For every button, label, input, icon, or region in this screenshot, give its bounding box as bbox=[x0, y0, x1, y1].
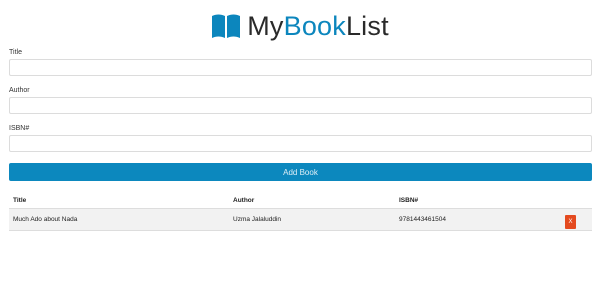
brand-my: My bbox=[247, 11, 284, 41]
app-header: MyBookList bbox=[0, 8, 600, 44]
title-input[interactable] bbox=[9, 59, 592, 76]
brand-book: Book bbox=[283, 11, 346, 41]
table-header-row: Title Author ISBN# bbox=[9, 193, 592, 209]
author-input[interactable] bbox=[9, 97, 592, 114]
isbn-input[interactable] bbox=[9, 135, 592, 152]
header-author: Author bbox=[229, 193, 395, 209]
app-title: MyBookList bbox=[247, 8, 389, 44]
cell-author: Uzma Jalaluddin bbox=[229, 208, 395, 231]
header-title: Title bbox=[9, 193, 229, 209]
add-book-button[interactable]: Add Book bbox=[9, 163, 592, 181]
cell-title: Much Ado about Nada bbox=[9, 208, 229, 231]
title-label: Title bbox=[9, 49, 22, 56]
book-table: Title Author ISBN# Much Ado about Nada U… bbox=[9, 193, 592, 231]
header-isbn: ISBN# bbox=[395, 193, 561, 209]
brand-list: List bbox=[345, 11, 389, 41]
cell-actions: X bbox=[561, 208, 592, 231]
delete-button[interactable]: X bbox=[565, 214, 576, 229]
cell-isbn: 9781443461504 bbox=[395, 208, 561, 231]
author-label: Author bbox=[9, 87, 30, 94]
add-book-form: Title Author ISBN# Add Book bbox=[9, 48, 592, 181]
page: MyBookList Title Author ISBN# Add Book T… bbox=[0, 0, 600, 300]
header-actions bbox=[561, 193, 592, 209]
isbn-label: ISBN# bbox=[9, 125, 30, 132]
table-row: Much Ado about Nada Uzma Jalaluddin 9781… bbox=[9, 208, 592, 231]
book-list: Title Author ISBN# Much Ado about Nada U… bbox=[9, 193, 592, 231]
open-book-icon bbox=[212, 14, 241, 38]
